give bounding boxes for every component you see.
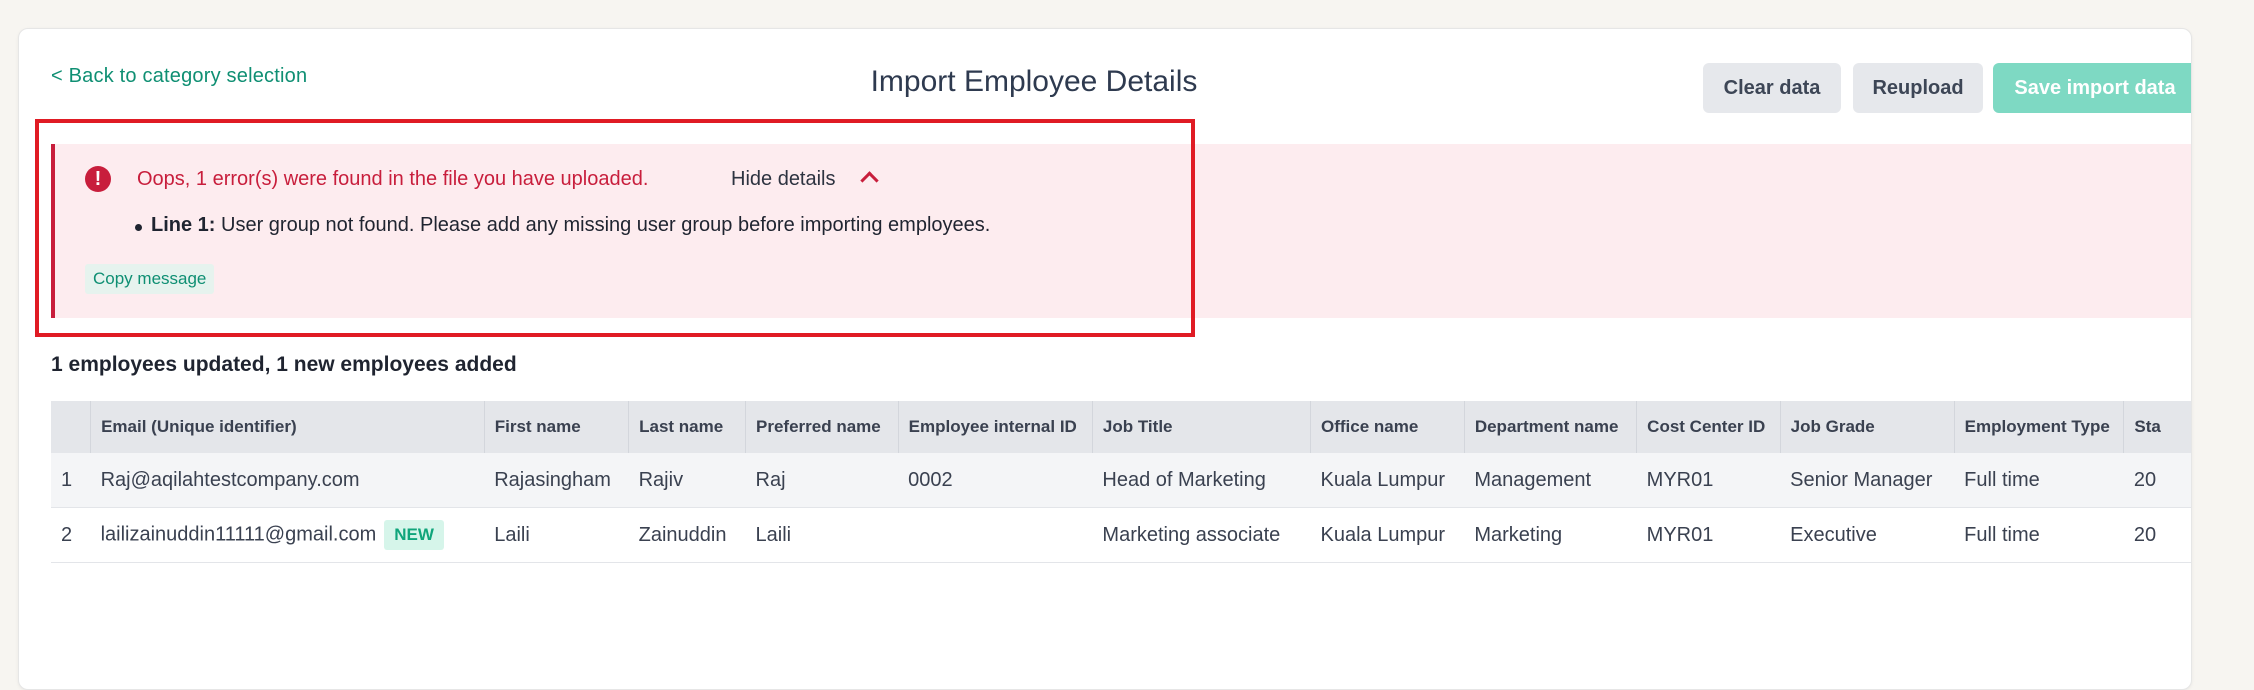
employee-table: Email (Unique identifier) First name Las… (51, 401, 2191, 563)
employment-type-cell: Full time (1954, 507, 2124, 563)
error-line-label: Line 1: (151, 214, 216, 236)
col-header-cost-center: Cost Center ID (1636, 401, 1781, 453)
cost-center-cell: MYR01 (1636, 453, 1781, 508)
col-header-first-name: First name (484, 401, 630, 453)
import-summary: 1 employees updated, 1 new employees add… (51, 353, 517, 376)
hide-details-toggle[interactable]: Hide details (731, 168, 836, 191)
job-grade-cell: Executive (1780, 507, 1955, 563)
first-name-cell: Rajasingham (484, 453, 629, 508)
chevron-up-icon[interactable] (860, 171, 879, 190)
table-header-row: Email (Unique identifier) First name Las… (51, 401, 2191, 453)
col-header-job-grade: Job Grade (1780, 401, 1955, 453)
col-header-start: Sta (2123, 401, 2191, 453)
preferred-name-cell: Laili (745, 507, 899, 563)
start-cell: 20 (2123, 453, 2191, 508)
error-message: Oops, 1 error(s) were found in the file … (137, 168, 649, 190)
col-header-office: Office name (1310, 401, 1465, 453)
cost-center-cell: MYR01 (1636, 507, 1781, 563)
error-line-text: User group not found. Please add any mis… (215, 214, 991, 236)
preferred-name-cell: Raj (745, 453, 899, 508)
reupload-button[interactable]: Reupload (1853, 63, 1983, 113)
col-header-email: Email (Unique identifier) (90, 401, 485, 453)
last-name-cell: Rajiv (628, 453, 746, 508)
copy-message-button[interactable]: Copy message (85, 264, 215, 294)
import-card: < Back to category selection Import Empl… (18, 28, 2192, 690)
save-import-data-button[interactable]: Save import data (1993, 63, 2191, 113)
job-grade-cell: Senior Manager (1780, 453, 1955, 508)
email-text: lailizainuddin11111@gmail.com (100, 523, 377, 546)
col-header-preferred-name: Preferred name (745, 401, 899, 453)
job-title-cell: Head of Marketing (1092, 453, 1311, 508)
office-cell: Kuala Lumpur (1310, 507, 1465, 563)
col-header-last-name: Last name (628, 401, 747, 453)
row-index: 1 (51, 453, 91, 508)
col-header-internal-id: Employee internal ID (898, 401, 1093, 453)
new-badge: NEW (384, 520, 444, 550)
internal-id-cell (898, 507, 1093, 563)
error-detail-line: Line 1: User group not found. Please add… (151, 214, 990, 237)
bullet-icon (135, 224, 142, 231)
table-row: 1 Raj@aqilahtestcompany.com Rajasingham … (51, 453, 2191, 508)
col-header-index (51, 401, 92, 453)
error-panel: ! Oops, 1 error(s) were found in the fil… (51, 144, 2191, 318)
first-name-cell: Laili (484, 507, 629, 563)
email-cell: lailizainuddin11111@gmail.com NEW (90, 507, 485, 563)
clear-data-button[interactable]: Clear data (1703, 63, 1841, 113)
col-header-job-title: Job Title (1092, 401, 1312, 453)
start-cell: 20 (2123, 507, 2191, 563)
error-icon: ! (85, 166, 111, 192)
row-index: 2 (51, 507, 91, 563)
internal-id-cell: 0002 (898, 453, 1093, 508)
table-row: 2 lailizainuddin11111@gmail.com NEW Laili… (51, 507, 2191, 563)
department-cell: Marketing (1464, 507, 1637, 563)
col-header-department: Department name (1464, 401, 1638, 453)
col-header-employment-type: Employment Type (1954, 401, 2125, 453)
email-cell: Raj@aqilahtestcompany.com (90, 453, 485, 508)
employment-type-cell: Full time (1954, 453, 2124, 508)
job-title-cell: Marketing associate (1092, 507, 1311, 563)
employee-table-container[interactable]: Email (Unique identifier) First name Las… (51, 401, 2191, 571)
last-name-cell: Zainuddin (628, 507, 746, 563)
office-cell: Kuala Lumpur (1310, 453, 1465, 508)
department-cell: Management (1464, 453, 1637, 508)
